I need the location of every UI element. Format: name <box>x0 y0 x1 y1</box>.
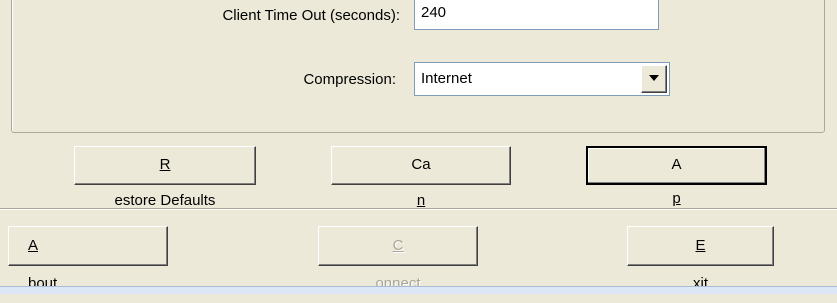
exit-label-post: xit <box>693 275 708 292</box>
cancel-mnemonic: n <box>416 192 426 209</box>
separator-highlight <box>0 209 837 210</box>
exit-button[interactable]: Exit <box>627 226 774 292</box>
compression-select[interactable]: Internet <box>414 62 670 96</box>
about-mnemonic: A <box>28 237 39 254</box>
connect-button[interactable]: Connect <box>318 226 478 292</box>
cancel-label-pre: Ca <box>411 156 431 173</box>
apply-button[interactable]: Apply <box>586 146 767 241</box>
restore-defaults-mnemonic: R <box>159 156 171 173</box>
compression-value: Internet <box>421 70 472 87</box>
compression-dropdown-button[interactable] <box>641 65 667 93</box>
apply-label-pre: A <box>671 156 682 173</box>
restore-defaults-label-post: estore Defaults <box>114 192 216 209</box>
client-timeout-label: Client Time Out (seconds): <box>222 7 400 24</box>
client-timeout-input[interactable]: 240 <box>414 0 659 30</box>
client-timeout-value: 240 <box>421 4 447 21</box>
about-button[interactable]: About... <box>8 226 168 292</box>
connect-label-post: onnect <box>375 275 421 292</box>
exit-mnemonic: E <box>695 237 706 254</box>
chevron-down-icon <box>649 75 659 81</box>
cancel-button[interactable]: Cancel <box>331 146 511 245</box>
apply-mnemonic: p <box>672 190 681 207</box>
compression-label: Compression: <box>303 71 396 88</box>
connect-mnemonic: C <box>392 237 404 254</box>
restore-defaults-button[interactable]: Restore Defaults <box>74 146 256 209</box>
about-label-post: bout... <box>28 275 70 292</box>
